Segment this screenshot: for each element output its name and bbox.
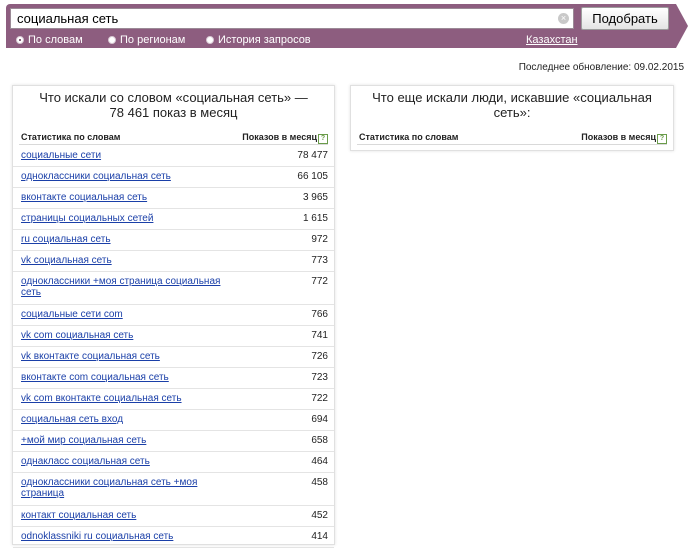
- mode-by-regions[interactable]: По регионам: [108, 34, 185, 46]
- mode-by-words[interactable]: По словам: [16, 34, 83, 46]
- impressions-count: 766: [311, 309, 328, 320]
- impressions-count: 972: [311, 234, 328, 245]
- table-row: вконтакте социальная сеть 3 965: [13, 188, 334, 209]
- table-row: однакласс социальная сеть 464: [13, 452, 334, 473]
- query-link[interactable]: вконтакте com социальная сеть: [21, 372, 241, 383]
- column-header-query: Статистика по словам: [21, 132, 121, 142]
- impressions-count: 723: [311, 372, 328, 383]
- query-link[interactable]: vk com вконтакте социальная сеть: [21, 393, 241, 404]
- impressions-count: 66 105: [297, 171, 328, 182]
- table-row: одноклассники социальная сеть 66 105: [13, 167, 334, 188]
- column-header-query: Статистика по словам: [359, 132, 459, 142]
- search-header-bar: социальная сеть × Подобрать По словам По…: [6, 4, 688, 48]
- column-header-count-label: Показов в месяц: [242, 132, 317, 142]
- last-update-text: Последнее обновление: 09.02.2015: [518, 62, 684, 73]
- query-link[interactable]: страницы социальных сетей: [21, 213, 241, 224]
- impressions-count: 414: [311, 531, 328, 542]
- impressions-count: 726: [311, 351, 328, 362]
- table-row: vk вконтакте социальная сеть 726: [13, 347, 334, 368]
- table-row: социальные сети com 766: [13, 305, 334, 326]
- query-link[interactable]: +мой мир социальная сеть: [21, 435, 241, 446]
- table-row: одноклассники +моя страница социальная с…: [13, 272, 334, 305]
- search-input[interactable]: социальная сеть ×: [10, 8, 574, 29]
- mode-by-words-label[interactable]: По словам: [28, 34, 83, 46]
- mode-history[interactable]: История запросов: [206, 34, 311, 46]
- submit-button[interactable]: Подобрать: [581, 7, 669, 30]
- results-table: социальные сети 78 477 одноклассники социа…: [13, 146, 334, 548]
- impressions-count: 1 615: [302, 213, 328, 224]
- impressions-count: 464: [311, 456, 328, 467]
- table-row: ru социальная сеть 972: [13, 230, 334, 251]
- region-link[interactable]: Казахстан: [526, 34, 578, 46]
- table-row: контакт социальная сеть 452: [13, 506, 334, 527]
- impressions-count: 772: [311, 276, 328, 287]
- radio-selected-icon[interactable]: [16, 36, 24, 44]
- table-row: vk социальная сеть 773: [13, 251, 334, 272]
- panel-title: Что еще искали люди, искавшие «социальна…: [372, 90, 652, 120]
- impressions-count: 741: [311, 330, 328, 341]
- table-row: +мой мир социальная сеть 658: [13, 431, 334, 452]
- table-row: одноклассники социальная сеть +моя стран…: [13, 473, 334, 506]
- table-row: vk com вконтакте социальная сеть 722: [13, 389, 334, 410]
- column-header-count: Показов в месяц?: [242, 132, 328, 144]
- table-row: социальная сеть вход 694: [13, 410, 334, 431]
- query-link[interactable]: одноклассники +моя страница социальная с…: [21, 276, 241, 298]
- impressions-count: 458: [311, 477, 328, 488]
- query-link[interactable]: вконтакте социальная сеть: [21, 192, 241, 203]
- related-queries-panel: Что еще искали люди, искавшие «социальна…: [350, 85, 674, 151]
- panel-title: Что искали со словом «социальная сеть» —…: [39, 90, 308, 120]
- table-row: вконтакте com социальная сеть 723: [13, 368, 334, 389]
- table-row: социальные сети 78 477: [13, 146, 334, 167]
- clear-search-icon[interactable]: ×: [558, 13, 569, 24]
- impressions-count: 694: [311, 414, 328, 425]
- query-link[interactable]: vk com социальная сеть: [21, 330, 241, 341]
- radio-icon[interactable]: [206, 36, 214, 44]
- query-link[interactable]: vk вконтакте социальная сеть: [21, 351, 241, 362]
- column-header-count: Показов в месяц?: [581, 132, 667, 144]
- impressions-count: 773: [311, 255, 328, 266]
- radio-icon[interactable]: [108, 36, 116, 44]
- table-row: odnoklassniki ru социальная сеть 414: [13, 527, 334, 548]
- search-query-text[interactable]: социальная сеть: [17, 11, 118, 26]
- impressions-count: 78 477: [297, 150, 328, 161]
- query-link[interactable]: ru социальная сеть: [21, 234, 241, 245]
- header-divider: [19, 144, 328, 145]
- column-header-count-label: Показов в месяц: [581, 132, 656, 142]
- header-divider: [357, 144, 667, 145]
- table-row: vk com социальная сеть 741: [13, 326, 334, 347]
- mode-history-label[interactable]: История запросов: [218, 34, 311, 46]
- query-link[interactable]: одноклассники социальная сеть +моя стран…: [21, 477, 241, 499]
- query-link[interactable]: контакт социальная сеть: [21, 510, 241, 521]
- query-link[interactable]: odnoklassniki ru социальная сеть: [21, 531, 241, 542]
- table-row: страницы социальных сетей 1 615: [13, 209, 334, 230]
- impressions-count: 452: [311, 510, 328, 521]
- impressions-count: 658: [311, 435, 328, 446]
- mode-by-regions-label[interactable]: По регионам: [120, 34, 185, 46]
- query-link[interactable]: одноклассники социальная сеть: [21, 171, 241, 182]
- help-icon[interactable]: ?: [657, 134, 667, 144]
- query-link[interactable]: однакласс социальная сеть: [21, 456, 241, 467]
- impressions-count: 3 965: [302, 192, 328, 203]
- words-statistics-panel: Что искали со словом «социальная сеть» —…: [12, 85, 335, 548]
- query-link[interactable]: социальная сеть вход: [21, 414, 241, 425]
- impressions-count: 722: [311, 393, 328, 404]
- query-link[interactable]: социальные сети com: [21, 309, 241, 320]
- query-link[interactable]: vk социальная сеть: [21, 255, 241, 266]
- query-link[interactable]: социальные сети: [21, 150, 241, 161]
- help-icon[interactable]: ?: [318, 134, 328, 144]
